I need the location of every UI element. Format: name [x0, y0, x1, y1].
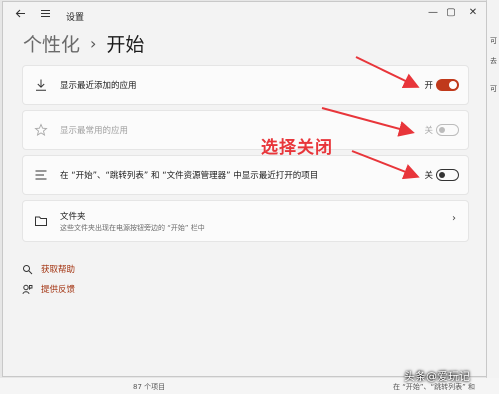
recently-added-toggle[interactable]: [436, 79, 459, 91]
annotation-text: 选择关闭: [261, 138, 333, 158]
background-text: 可: [490, 85, 497, 93]
breadcrumb-separator: ›: [90, 33, 97, 53]
toggle-state-text: 关: [424, 126, 433, 136]
back-button[interactable]: [15, 8, 26, 23]
feedback-icon: [22, 284, 33, 294]
background-text: 可: [490, 37, 497, 45]
app-title: 设置: [66, 13, 85, 23]
page-title: 开始: [106, 33, 145, 56]
help-icon: [23, 264, 33, 274]
feedback-label: 提供反馈: [41, 285, 76, 295]
get-help-link[interactable]: 获取帮助: [22, 263, 75, 275]
setting-recent-items[interactable]: 在 “开始”、“跳转列表” 和 “文件资源管理器” 中显示最近打开的项目 关: [22, 155, 469, 195]
close-button[interactable]: ✕: [461, 7, 485, 18]
setting-label: 显示最常用的应用: [60, 126, 129, 136]
setting-recently-added[interactable]: 显示最近添加的应用 开: [22, 65, 469, 105]
menu-button[interactable]: [40, 8, 51, 23]
maximize-button[interactable]: ▢: [439, 7, 463, 18]
title-bar: 设置 — ▢ ✕: [3, 2, 486, 30]
feedback-link[interactable]: 提供反馈: [22, 283, 75, 295]
toggle-state-text: 关: [424, 171, 433, 181]
get-help-label: 获取帮助: [41, 265, 76, 275]
folder-icon: [35, 216, 47, 226]
watermark: 头条@爱玩记: [404, 370, 470, 383]
breadcrumb-parent[interactable]: 个性化: [23, 30, 80, 57]
hamburger-icon: [41, 9, 50, 18]
setting-label: 显示最近添加的应用: [60, 81, 137, 91]
background-text: 去: [490, 57, 497, 65]
setting-label: 文件夹: [60, 212, 86, 222]
setting-label: 在 “开始”、“跳转列表” 和 “文件资源管理器” 中显示最近打开的项目: [60, 171, 319, 181]
background-text: 87 个项目: [133, 383, 166, 391]
setting-description: 这些文件夹出现在电源按钮旁边的 “开始” 栏中: [60, 224, 205, 232]
breadcrumb: 个性化 › 开始: [23, 28, 144, 58]
star-icon: [34, 123, 48, 136]
background-window-edge: 可 去 可: [486, 0, 499, 394]
recent-items-toggle[interactable]: [436, 169, 459, 181]
settings-window: 设置 — ▢ ✕ 个性化 › 开始 显示最近添加的应用 开 显示最常用的应用 关…: [2, 1, 487, 377]
toggle-state-text: 开: [424, 81, 433, 91]
download-icon: [36, 79, 46, 91]
most-used-toggle: [436, 124, 459, 136]
list-icon: [35, 170, 47, 180]
setting-most-used: 显示最常用的应用 关: [22, 110, 469, 150]
setting-folders[interactable]: 文件夹 这些文件夹出现在电源按钮旁边的 “开始” 栏中 ›: [22, 200, 469, 242]
chevron-right-icon: ›: [452, 213, 456, 224]
back-arrow-icon: [15, 9, 25, 18]
